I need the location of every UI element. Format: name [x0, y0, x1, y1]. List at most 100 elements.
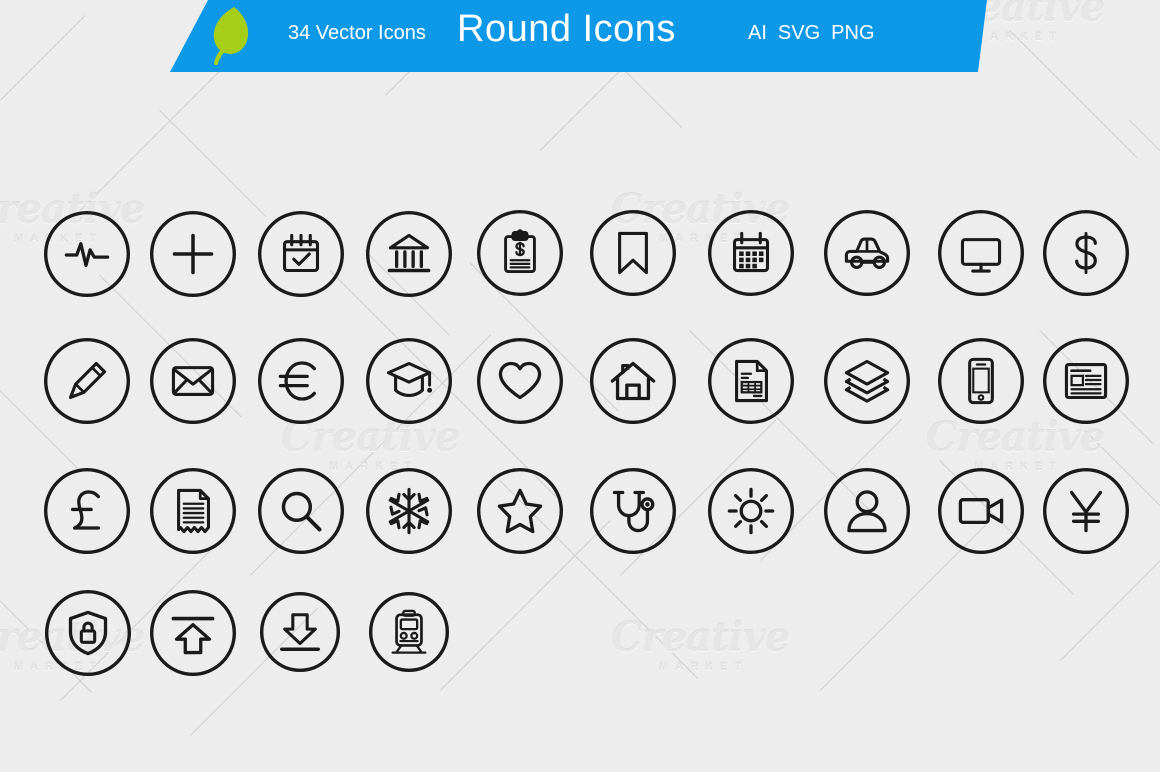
icon-tile-sun[interactable]: Sun — [705, 465, 797, 557]
icon-glyph — [386, 361, 433, 397]
icon-tile-smartphone[interactable]: Mobile — [935, 335, 1027, 427]
icon-glyph — [1064, 362, 1108, 400]
icon-glyph — [958, 498, 1004, 524]
icon-tile-download[interactable]: Download — [257, 589, 343, 675]
icon-ring — [260, 592, 340, 672]
icon-tile-house[interactable]: Home — [587, 335, 679, 427]
icon-glyph — [847, 490, 887, 533]
icon-tile-layers[interactable]: Layers — [821, 335, 913, 427]
yen-icon — [1043, 468, 1129, 554]
icon-tile-activity-pulse[interactable]: Activity — [41, 208, 133, 300]
dollar-icon — [1043, 210, 1129, 296]
icon-ring — [824, 210, 910, 296]
icon-ring — [824, 338, 910, 424]
icon-glyph — [171, 616, 215, 655]
train-icon — [369, 592, 449, 672]
icon-tile-bank[interactable]: Bank — [363, 208, 455, 300]
icon-tile-train[interactable]: Train — [366, 589, 452, 675]
star-icon — [477, 468, 563, 554]
icon-tile-graduation-cap[interactable]: Graduation — [363, 335, 455, 427]
pencil-icon — [44, 338, 130, 424]
icon-tile-upload[interactable]: Upload — [147, 587, 239, 679]
icon-tile-snowflake[interactable]: Snowflake — [363, 465, 455, 557]
icon-glyph — [278, 361, 317, 401]
icon-glyph — [70, 490, 100, 530]
icon-ring — [44, 338, 130, 424]
icon-tile-user[interactable]: User — [821, 465, 913, 557]
icon-tile-receipt[interactable]: Receipt — [147, 465, 239, 557]
icon-glyph — [504, 229, 536, 273]
receipt-icon — [150, 468, 236, 554]
icon-ring — [150, 590, 236, 676]
pound-icon — [44, 468, 130, 554]
icon-glyph — [387, 233, 431, 273]
icon-tile-dollar[interactable]: Dollar — [1040, 207, 1132, 299]
icon-tile-search[interactable]: Search — [255, 465, 347, 557]
icon-tile-bookmark[interactable]: Bookmark — [587, 207, 679, 299]
icon-glyph — [610, 361, 656, 401]
clipboard-money-icon — [477, 210, 563, 296]
icon-ring — [44, 211, 130, 297]
icon-glyph — [281, 491, 322, 532]
icon-tile-plus[interactable]: Add — [147, 208, 239, 300]
icon-glyph — [177, 488, 211, 534]
icon-tile-clipboard-money[interactable]: Bill — [474, 207, 566, 299]
icon-ring — [938, 338, 1024, 424]
upload-icon — [150, 590, 236, 676]
newspaper-icon — [1043, 338, 1129, 424]
video-camera-icon — [938, 468, 1024, 554]
icon-tile-heart[interactable]: Favorite — [474, 335, 566, 427]
document-report-icon — [708, 338, 794, 424]
icon-tile-shield-lock[interactable]: Security — [42, 587, 134, 679]
icon-ring — [477, 338, 563, 424]
icon-glyph — [1075, 231, 1097, 275]
icon-ring — [708, 468, 794, 554]
icon-tile-star[interactable]: Star — [474, 465, 566, 557]
icon-ring — [258, 211, 344, 297]
car-icon — [824, 210, 910, 296]
heart-icon — [477, 338, 563, 424]
icon-ring — [258, 468, 344, 554]
icon-glyph — [968, 357, 994, 405]
icon-glyph — [282, 233, 320, 273]
icon-glyph — [388, 487, 430, 535]
icon-glyph — [844, 359, 890, 403]
icon-glyph — [612, 490, 655, 533]
icon-glyph — [498, 361, 542, 400]
icon-tile-monitor[interactable]: Desktop — [935, 207, 1027, 299]
download-icon — [260, 592, 340, 672]
icon-tile-envelope[interactable]: Email — [147, 335, 239, 427]
user-icon — [824, 468, 910, 554]
snowflake-icon — [366, 468, 452, 554]
plus-icon — [150, 211, 236, 297]
icon-ring — [938, 210, 1024, 296]
euro-icon — [258, 338, 344, 424]
icon-tile-video-camera[interactable]: Video — [935, 465, 1027, 557]
icon-tile-pound[interactable]: Pound — [41, 465, 133, 557]
icon-glyph — [64, 242, 110, 267]
icon-glyph — [618, 231, 648, 275]
envelope-icon — [150, 338, 236, 424]
icon-tile-euro[interactable]: Euro — [255, 335, 347, 427]
icon-ring — [708, 210, 794, 296]
icon-tile-calendar-check[interactable]: Appointment — [255, 208, 347, 300]
icon-ring — [938, 468, 1024, 554]
icon-ring — [258, 338, 344, 424]
activity-pulse-icon — [44, 211, 130, 297]
icon-ring — [150, 468, 236, 554]
icon-tile-yen[interactable]: Yen — [1040, 465, 1132, 557]
icon-tile-stethoscope[interactable]: Stethoscope — [587, 465, 679, 557]
calendar-grid-icon — [708, 210, 794, 296]
icon-tile-pencil[interactable]: Edit — [41, 335, 133, 427]
house-icon — [590, 338, 676, 424]
shield-lock-icon — [45, 590, 131, 676]
icon-tile-car[interactable]: Car — [821, 207, 913, 299]
icon-tile-calendar-grid[interactable]: Calendar — [705, 207, 797, 299]
icon-tile-document-report[interactable]: Invoice — [705, 335, 797, 427]
icon-ring — [590, 210, 676, 296]
icon-grid: ActivityAddAppointmentBankBillBookmark Ca… — [0, 0, 1160, 772]
icon-ring — [369, 592, 449, 672]
icon-pack-preview: CreativeMARKETCreativeMARKETCreativeMARK… — [0, 0, 1160, 772]
icon-glyph — [735, 359, 769, 403]
icon-tile-newspaper[interactable]: News — [1040, 335, 1132, 427]
